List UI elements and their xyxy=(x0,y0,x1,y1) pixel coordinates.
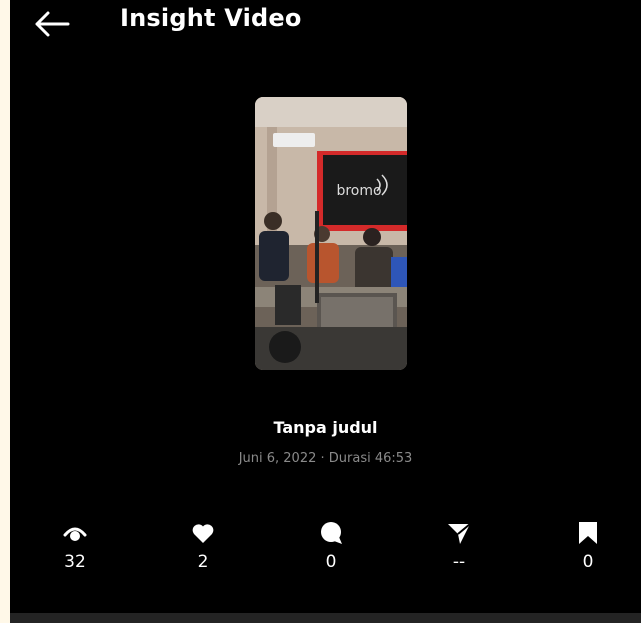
bottom-bar xyxy=(10,613,641,623)
page-title: Insight Video xyxy=(120,4,302,32)
video-thumbnail[interactable]: bromo xyxy=(255,97,407,370)
back-button[interactable] xyxy=(32,6,72,42)
stat-views[interactable]: 32 xyxy=(35,520,115,580)
stat-shares[interactable]: -- xyxy=(419,520,499,580)
video-thumbnail-image: bromo xyxy=(255,97,407,370)
comment-icon xyxy=(318,520,344,546)
video-title: Tanpa judul xyxy=(273,418,378,437)
heart-icon xyxy=(190,520,216,546)
arrow-left-icon xyxy=(35,11,70,37)
video-meta: Juni 6, 2022 · Durasi 46:53 xyxy=(238,451,413,466)
insight-screen: Insight Video bromo Tanpa judul Juni 6, … xyxy=(10,0,641,623)
views-count: 32 xyxy=(64,552,86,572)
eye-icon xyxy=(62,520,88,546)
saves-count: 0 xyxy=(582,552,594,572)
stats-row: 32 2 0 -- 0 xyxy=(10,520,641,580)
likes-count: 2 xyxy=(197,552,209,572)
shares-count: -- xyxy=(452,552,466,572)
stat-comments[interactable]: 0 xyxy=(291,520,371,580)
stat-saves[interactable]: 0 xyxy=(548,520,628,580)
stat-likes[interactable]: 2 xyxy=(163,520,243,580)
bookmark-icon xyxy=(575,520,601,546)
send-icon xyxy=(446,520,472,546)
thumbnail-logo-text: bromo xyxy=(336,183,381,199)
header: Insight Video xyxy=(10,0,641,48)
comments-count: 0 xyxy=(325,552,337,572)
page-frame: Insight Video bromo Tanpa judul Juni 6, … xyxy=(0,0,641,623)
